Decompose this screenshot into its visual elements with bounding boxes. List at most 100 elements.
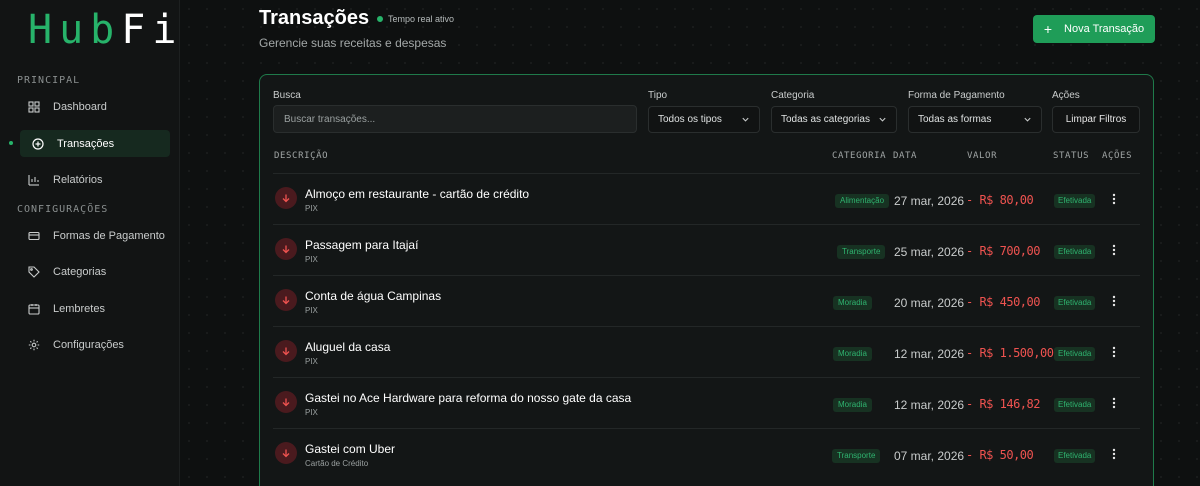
column-header-valor[interactable]: VALOR	[967, 151, 997, 161]
dashboard-icon	[28, 100, 40, 113]
column-header-data[interactable]: DATA	[893, 151, 917, 161]
more-vertical-icon[interactable]	[1109, 395, 1119, 411]
transaction-value: - R$ 80,00	[966, 193, 1034, 207]
more-vertical-icon[interactable]	[1109, 293, 1119, 309]
table-row[interactable]: Passagem para Itajaí PIX Transporte 25 m…	[273, 224, 1140, 275]
status-badge: Efetivada	[1054, 296, 1096, 310]
transaction-method: Cartão de Crédito	[305, 459, 369, 468]
expense-indicator	[275, 391, 297, 413]
arrow-down-icon	[282, 245, 290, 254]
tag-icon	[28, 265, 40, 278]
chevron-down-icon	[879, 117, 886, 122]
sidebar-item-dashboard[interactable]: Dashboard	[20, 93, 170, 120]
payment-select-value: Todas as formas	[918, 114, 992, 125]
transaction-method: PIX	[305, 408, 318, 417]
sidebar-item-lembretes[interactable]: Lembretes	[20, 295, 170, 322]
sidebar-item-relatorios[interactable]: Relatórios	[20, 166, 170, 193]
plus-icon: +	[1043, 21, 1053, 37]
new-transaction-label: Nova Transação	[1064, 23, 1145, 35]
sidebar-item-categorias[interactable]: Categorias	[20, 258, 170, 285]
sidebar-item-formas-pagamento[interactable]: Formas de Pagamento	[20, 222, 170, 249]
column-header-acoes: AÇÕES	[1102, 151, 1133, 161]
chevron-down-icon	[742, 117, 749, 122]
status-badge: Efetivada	[1054, 347, 1096, 361]
live-dot-icon	[377, 16, 383, 22]
expense-indicator	[275, 442, 297, 464]
expense-indicator	[275, 187, 297, 209]
transaction-date: 12 mar, 2026	[894, 398, 965, 412]
type-label: Tipo	[648, 90, 668, 101]
hubfi-logo[interactable]: HubFi	[28, 6, 183, 54]
payment-select[interactable]: Todas as formas	[908, 106, 1042, 133]
status-badge: Efetivada	[1054, 194, 1096, 208]
calendar-icon	[28, 303, 40, 315]
arrow-down-icon	[282, 398, 290, 407]
more-vertical-icon[interactable]	[1109, 446, 1119, 462]
category-label: Categoria	[771, 90, 815, 101]
active-indicator	[9, 141, 13, 145]
table-row[interactable]: Gastei no Ace Hardware para reforma do n…	[273, 377, 1140, 428]
transaction-description: Almoço em restaurante - cartão de crédit…	[305, 187, 530, 201]
more-vertical-icon[interactable]	[1109, 242, 1119, 258]
category-badge: Transporte	[837, 245, 886, 259]
transaction-value: - R$ 146,82	[966, 397, 1040, 411]
live-status: Tempo real ativo	[377, 14, 454, 24]
bar-chart-icon	[28, 174, 39, 186]
section-label-principal: PRINCIPAL	[17, 75, 81, 86]
category-select[interactable]: Todas as categorias	[771, 106, 897, 133]
new-transaction-button[interactable]: + Nova Transação	[1033, 15, 1155, 43]
transactions-table-body: Almoço em restaurante - cartão de crédit…	[273, 173, 1140, 479]
transaction-value: - R$ 50,00	[966, 448, 1034, 462]
search-input[interactable]	[273, 105, 637, 133]
category-badge: Alimentação	[835, 194, 890, 208]
category-badge: Moradia	[833, 398, 872, 412]
transaction-description: Conta de água Campinas	[305, 289, 442, 303]
sidebar: HubFi PRINCIPAL Dashboard Transações Rel…	[0, 0, 180, 486]
expense-indicator	[275, 238, 297, 260]
category-badge: Transporte	[832, 449, 881, 463]
more-vertical-icon[interactable]	[1109, 344, 1119, 360]
logo-hub-text: Hub	[28, 7, 122, 53]
transaction-description: Passagem para Itajaí	[305, 238, 419, 252]
transaction-date: 25 mar, 2026	[894, 245, 965, 259]
arrow-down-icon	[282, 194, 290, 203]
column-header-status[interactable]: STATUS	[1053, 151, 1089, 161]
table-row[interactable]: Almoço em restaurante - cartão de crédit…	[273, 173, 1140, 224]
plus-circle-icon	[32, 137, 44, 150]
sidebar-item-configuracoes[interactable]: Configurações	[20, 331, 170, 358]
transaction-date: 20 mar, 2026	[894, 296, 965, 310]
more-vertical-icon[interactable]	[1109, 191, 1119, 207]
search-label: Busca	[273, 90, 301, 101]
arrow-down-icon	[282, 296, 290, 305]
credit-card-icon	[28, 231, 40, 240]
page-title: Transações	[259, 7, 370, 29]
expense-indicator	[275, 340, 297, 362]
clear-filters-button[interactable]: Limpar Filtros	[1052, 106, 1140, 133]
table-row[interactable]: Aluguel da casa PIX Moradia 12 mar, 2026…	[273, 326, 1140, 377]
transaction-description: Aluguel da casa	[305, 340, 391, 354]
transaction-value: - R$ 1.500,00	[966, 346, 1054, 360]
category-badge: Moradia	[833, 296, 872, 310]
type-select-value: Todos os tipos	[658, 114, 722, 125]
logo-fi-text: Fi	[121, 7, 184, 53]
section-label-configuracoes: CONFIGURAÇÕES	[17, 204, 109, 215]
table-row[interactable]: Gastei com Uber Cartão de Crédito Transp…	[273, 428, 1140, 479]
sidebar-item-label: Configurações	[53, 338, 124, 351]
sidebar-item-label: Transações	[57, 137, 115, 150]
status-badge: Efetivada	[1054, 245, 1096, 259]
chevron-down-icon	[1024, 117, 1031, 122]
table-row[interactable]: Conta de água Campinas PIX Moradia 20 ma…	[273, 275, 1140, 326]
status-badge: Efetivada	[1054, 398, 1096, 412]
arrow-down-icon	[282, 347, 290, 356]
transaction-description: Gastei com Uber	[305, 442, 396, 456]
sidebar-item-transacoes[interactable]: Transações	[20, 130, 170, 157]
sidebar-item-label: Categorias	[53, 265, 107, 278]
transaction-method: PIX	[305, 306, 318, 315]
column-header-categoria[interactable]: CATEGORIA	[832, 151, 886, 161]
column-header-descricao[interactable]: DESCRIÇÃO	[274, 151, 328, 161]
transaction-date: 27 mar, 2026	[894, 194, 965, 208]
category-select-value: Todas as categorias	[781, 114, 870, 125]
category-badge: Moradia	[833, 347, 872, 361]
type-select[interactable]: Todos os tipos	[648, 106, 760, 133]
transaction-date: 07 mar, 2026	[894, 449, 965, 463]
